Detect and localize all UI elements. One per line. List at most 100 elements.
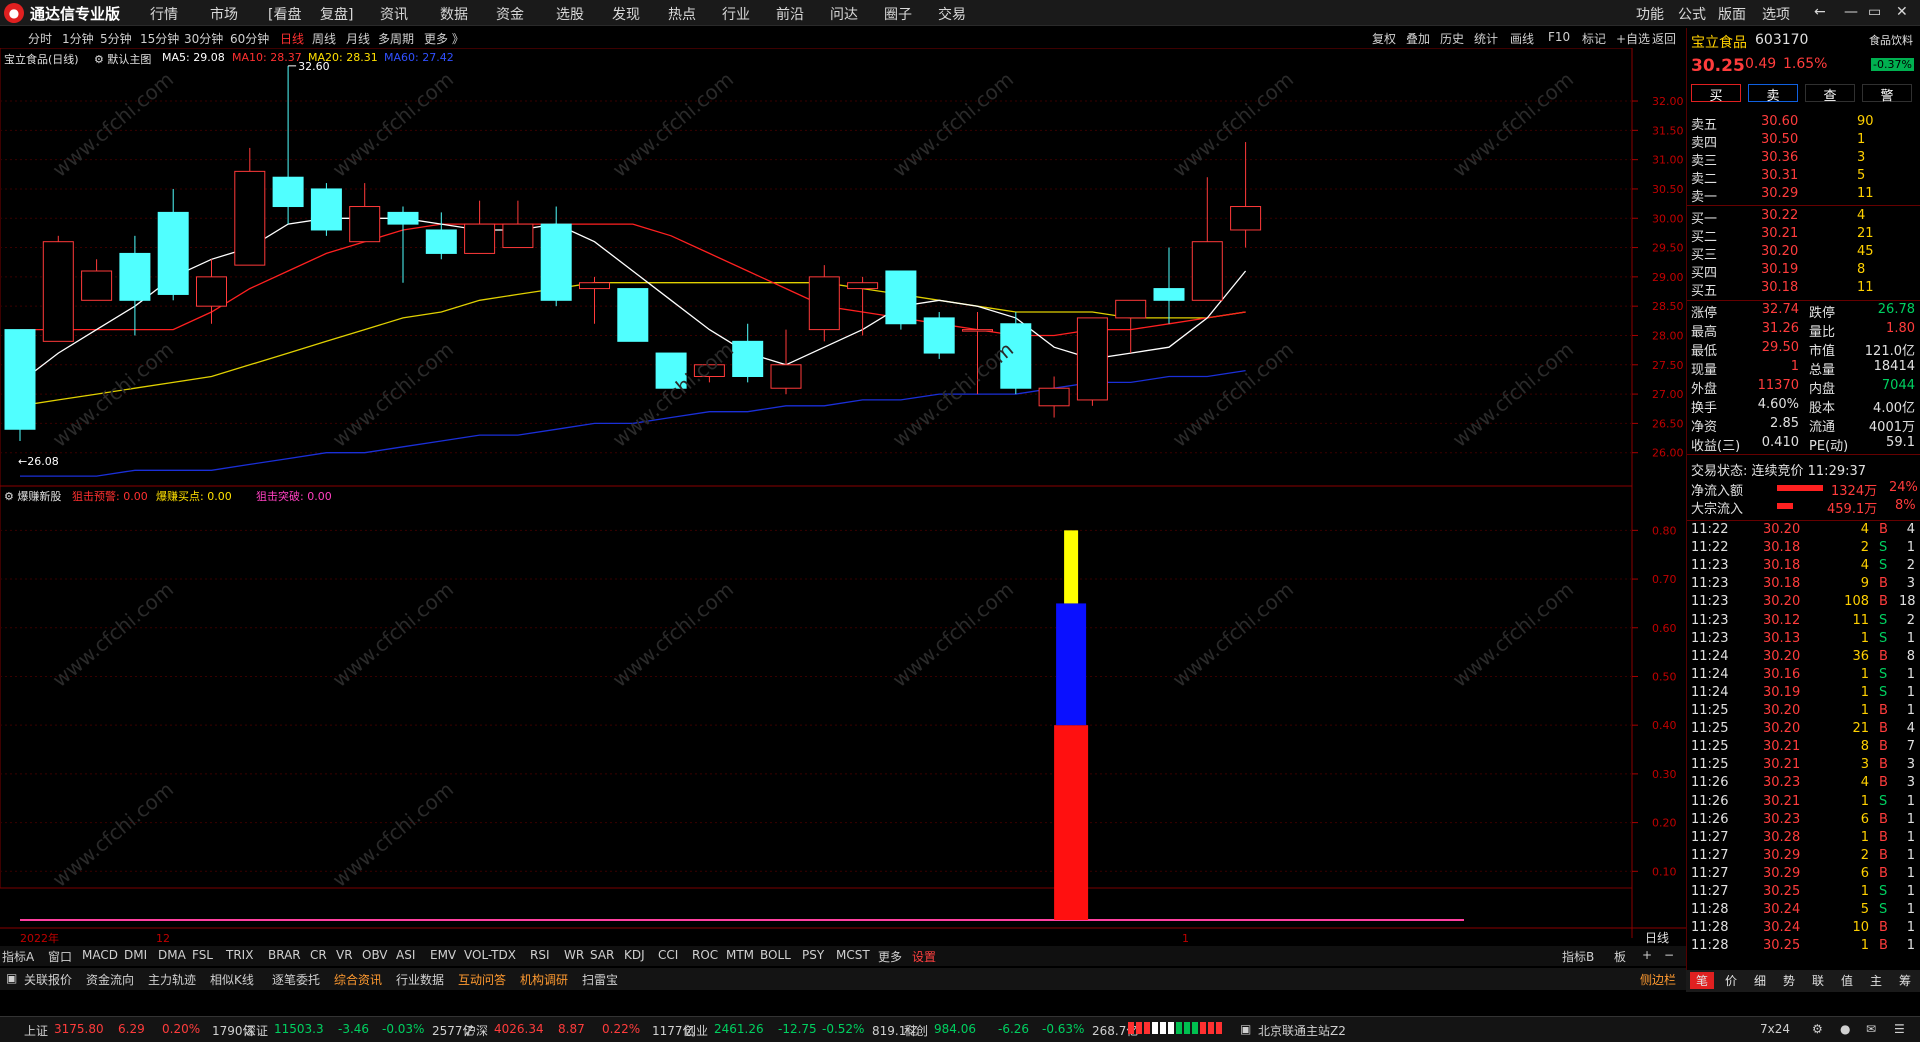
indicator-tab[interactable]: MCST [836,948,870,962]
info-tab[interactable]: 逐笔委托 [272,971,320,988]
period-tab[interactable]: 日线 [280,30,304,47]
quote-panel-tab[interactable]: 价 [1719,972,1743,989]
indicator-tab[interactable]: RSI [530,948,550,962]
menu-item[interactable]: 选股 [556,4,584,24]
menu-item[interactable]: 圈子 [884,4,912,24]
info-tab[interactable]: 资金流向 [86,971,134,988]
quote-panel-tab[interactable]: 筹 [1893,972,1917,989]
mode-label[interactable]: 7x24 [1760,1022,1790,1036]
panel-toggle-icon[interactable]: ▣ [6,971,17,985]
indicator-tab[interactable]: OBV [362,948,388,962]
trade-button[interactable]: 卖 [1748,84,1798,104]
index-name[interactable]: 上证 [24,1022,48,1039]
add-icon[interactable]: + [1642,948,1652,962]
toolbar-button[interactable]: 叠加 [1406,30,1430,47]
info-tab[interactable]: 主力轨迹 [148,971,196,988]
indicator-tab[interactable]: BRAR [268,948,301,962]
menu-item[interactable]: 资讯 [380,4,408,24]
indicator-tab[interactable]: 窗口 [48,948,72,965]
settings-icon[interactable]: ⚙ [1812,1022,1823,1036]
period-tab[interactable]: 分时 [28,30,52,47]
user-icon[interactable]: ● [1840,1022,1850,1036]
toolbar-button[interactable]: 统计 [1474,30,1498,47]
indicator-tab-right[interactable]: 指标B [1562,948,1594,965]
quote-panel-tab[interactable]: 值 [1835,972,1859,989]
menu-item[interactable]: 行情 [150,4,178,24]
indicator-tab[interactable]: TRIX [226,948,253,962]
info-tab[interactable]: 相似K线 [210,971,254,988]
message-icon[interactable]: ✉ [1866,1022,1876,1036]
indicator-tab[interactable]: CCI [658,948,678,962]
period-tab[interactable]: 月线 [346,30,370,47]
index-name[interactable]: 深证 [244,1022,268,1039]
back-arrow-icon[interactable]: ← [1814,4,1826,20]
restore-icon[interactable]: ▭ [1868,4,1881,20]
indicator-tab[interactable]: EMV [430,948,456,962]
indicator-tab[interactable]: ROC [692,948,718,962]
menu-item[interactable]: 资金 [496,4,524,24]
period-tab[interactable]: 15分钟 [140,30,179,47]
chat-icon[interactable]: ☰ [1894,1022,1905,1036]
indicator-tab[interactable]: SAR [590,948,614,962]
main-chart-label[interactable]: ⚙ 默认主图 [94,51,151,67]
sector-name[interactable]: 食品饮料 [1869,32,1913,48]
right-menu-item[interactable]: 功能 [1636,4,1664,24]
minimize-icon[interactable]: — [1844,4,1858,20]
right-menu-item[interactable]: 版面 [1718,4,1746,24]
indicator-tab[interactable]: PSY [802,948,824,962]
menu-item[interactable]: 交易 [938,4,966,24]
period-tab[interactable]: 更多 》 [424,30,464,47]
quote-panel-tab[interactable]: 主 [1864,972,1888,989]
toolbar-button[interactable]: 复权 [1372,30,1396,47]
toolbar-button[interactable]: F10 [1548,30,1570,44]
period-tab[interactable]: 1分钟 [62,30,94,47]
info-tab[interactable]: 行业数据 [396,971,444,988]
period-tab[interactable]: 周线 [312,30,336,47]
right-menu-item[interactable]: 选项 [1762,4,1790,24]
toolbar-button[interactable]: 标记 [1582,30,1606,47]
trade-button[interactable]: 买 [1691,84,1741,104]
info-tab[interactable]: 互动问答 [458,971,506,988]
index-name[interactable]: 科创 [904,1022,928,1039]
minus-icon[interactable]: − [1664,948,1674,962]
index-name[interactable]: 创业 [684,1022,708,1039]
period-tab[interactable]: 多周期 [378,30,414,47]
indicator-tab[interactable]: WR [564,948,584,962]
lock-icon[interactable]: ▣ [1240,1022,1251,1036]
period-tab[interactable]: 60分钟 [230,30,269,47]
right-menu-item[interactable]: 公式 [1678,4,1706,24]
menu-item[interactable]: 热点 [668,4,696,24]
indicator-tab[interactable]: MTM [726,948,754,962]
indicator-tab[interactable]: VOL-TDX [464,948,516,962]
menu-item[interactable]: 行业 [722,4,750,24]
quote-panel-tab[interactable]: 势 [1777,972,1801,989]
menu-item[interactable]: 市场 [210,4,238,24]
close-icon[interactable]: ✕ [1896,4,1908,20]
menu-item[interactable]: 发现 [612,4,640,24]
toolbar-button[interactable]: +自选 [1616,30,1650,47]
info-tab[interactable]: 机构调研 [520,971,568,988]
indicator-tab[interactable]: DMA [158,948,186,962]
quote-panel-tab[interactable]: 联 [1806,972,1830,989]
menu-item[interactable]: 复盘] [320,4,353,24]
kline-chart[interactable]: 32.00 31.50 31.00 30.50 30.00 29.50 29.00 28.50… [0,48,1686,946]
trade-button[interactable]: 警 [1862,84,1912,104]
period-tab[interactable]: 30分钟 [184,30,223,47]
toolbar-button[interactable]: 画线 [1510,30,1534,47]
indicator-tab[interactable]: 设置 [912,948,936,965]
toolbar-button[interactable]: 历史 [1440,30,1464,47]
indicator-tab[interactable]: DMI [124,948,147,962]
info-tab[interactable]: 综合资讯 [334,971,382,988]
index-name[interactable]: 沪深 [464,1022,488,1039]
menu-item[interactable]: 数据 [440,4,468,24]
toolbar-button[interactable]: 返回 [1652,30,1676,47]
indicator-tab[interactable]: ASI [396,948,415,962]
indicator-tab[interactable]: VR [336,948,353,962]
menu-item[interactable]: [看盘 [268,4,301,24]
quote-panel-tab[interactable]: 细 [1748,972,1772,989]
indicator-tab[interactable]: CR [310,948,327,962]
menu-item[interactable]: 问达 [830,4,858,24]
indicator-tab[interactable]: MACD [82,948,118,962]
period-tab[interactable]: 5分钟 [100,30,132,47]
indicator-name[interactable]: ⚙ 爆赚新股 [4,488,61,504]
